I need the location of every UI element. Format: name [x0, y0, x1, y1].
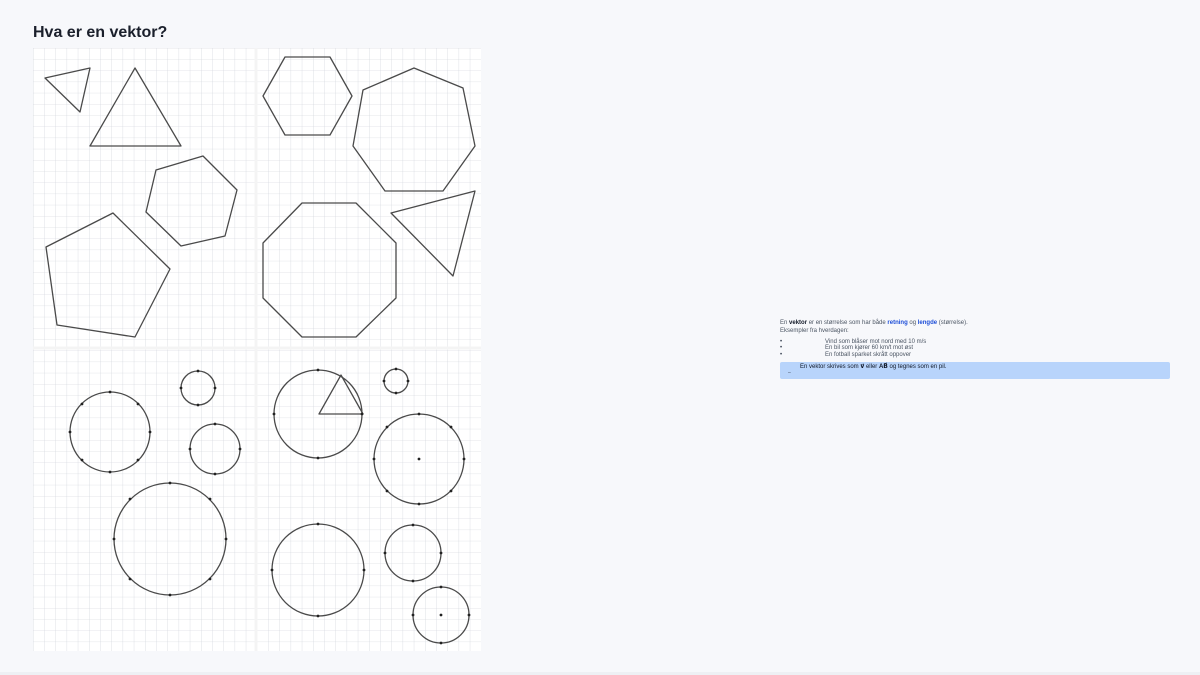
- notation-callout: En vektor skrives som v⃗ eller AB⃗ og te…: [780, 361, 1170, 379]
- term-vektor: vektor: [789, 320, 808, 326]
- examples-list: Vind som blåser mot nord med 10 m/s En b…: [780, 339, 1170, 358]
- list-item: En fotball sparket skrått oppover: [780, 352, 1170, 359]
- examples-label: Eksempler fra hverdagen:: [780, 327, 849, 334]
- term-retning: retning: [887, 320, 908, 326]
- shapes-worksheet-image: [33, 48, 481, 651]
- page-title: Hva er en vektor?: [33, 24, 168, 41]
- notation-text: En vektor skrives som v⃗ eller AB⃗ og te…: [800, 363, 947, 370]
- note-mark: –: [788, 369, 791, 376]
- intro-paragraph: En vektor er en størrelse som har både r…: [780, 320, 968, 326]
- term-lengde: lengde: [917, 320, 938, 326]
- notation-ab: AB⃗: [878, 363, 888, 370]
- vector-definition-panel: En vektor er en størrelse som har både r…: [780, 320, 1170, 379]
